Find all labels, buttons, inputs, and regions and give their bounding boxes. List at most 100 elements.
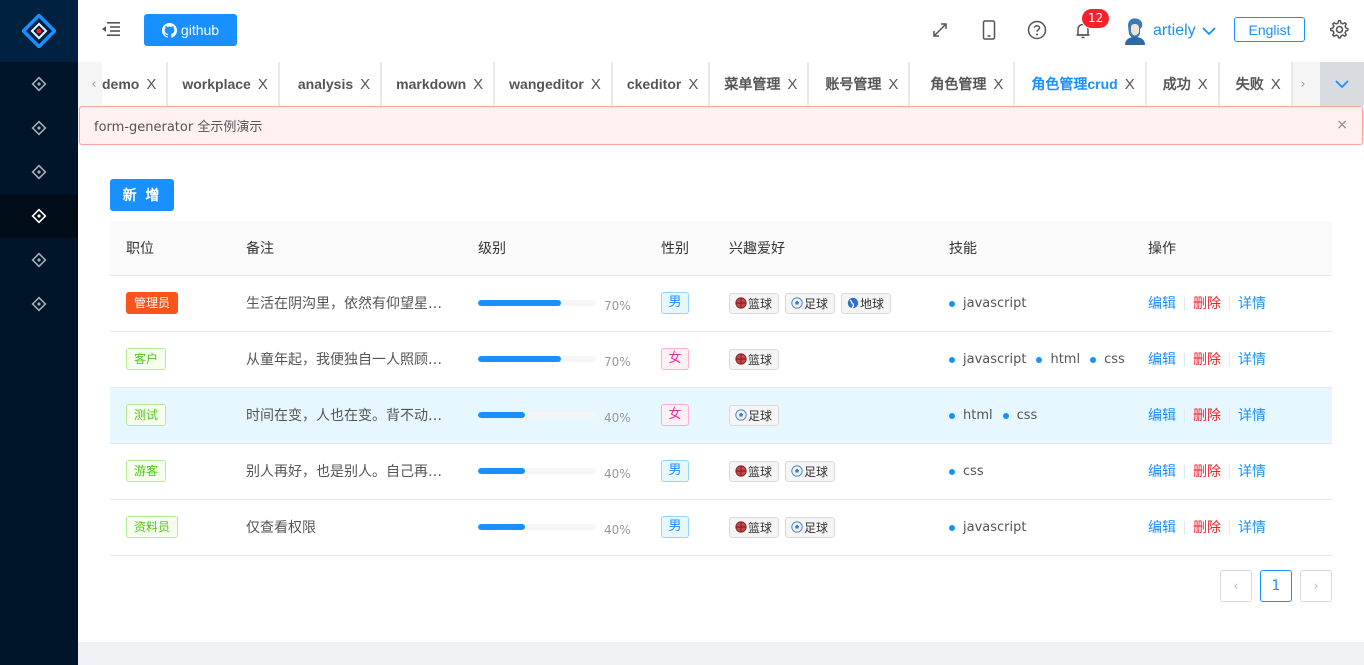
user-menu[interactable]: artiely <box>1123 16 1216 46</box>
basketball-icon <box>735 521 747 533</box>
basketball-icon <box>735 297 747 309</box>
edit-link[interactable]: 编辑 <box>1148 408 1176 424</box>
tab-11[interactable]: 成功 X <box>1146 62 1220 106</box>
soccer-ball-icon <box>735 409 747 421</box>
actions-cell: 编辑 删除 详情 <box>1132 331 1332 388</box>
table-row[interactable]: 资料员 仅查看权限 40% 男 篮球 足球 javascript 编辑 删除 详情 <box>110 499 1332 556</box>
skill-item: javascript <box>949 520 1026 535</box>
delete-link[interactable]: 删除 <box>1193 464 1221 480</box>
delete-link[interactable]: 删除 <box>1193 296 1221 312</box>
table-row[interactable]: 管理员 生活在阴沟里，依然有仰望星空的权利 70% 男 篮球 足球 地球 javascript… <box>110 275 1332 332</box>
sidebar-item-3[interactable] <box>0 150 78 194</box>
mobile-view-button[interactable] <box>977 18 1001 42</box>
progress-track <box>478 356 596 362</box>
skill-label: css <box>1104 352 1125 368</box>
hobbies-cell: 足球 <box>713 387 933 444</box>
divider <box>1229 465 1230 479</box>
pagination-prev[interactable]: ‹ <box>1220 570 1252 602</box>
skills-cell: css <box>933 443 1132 500</box>
tab-close-icon[interactable]: X <box>993 76 1003 93</box>
delete-link[interactable]: 删除 <box>1193 520 1221 536</box>
detail-link[interactable]: 详情 <box>1238 520 1266 536</box>
app-logo[interactable] <box>0 0 78 62</box>
table-row[interactable]: 游客 别人再好，也是别人。自己再不堪，也是自己 40% 男 篮球 足球 css 编辑 删除 详情 <box>110 443 1332 500</box>
delete-link[interactable]: 删除 <box>1193 408 1221 424</box>
sidebar-item-4[interactable] <box>0 194 78 238</box>
github-button[interactable]: github <box>144 14 237 46</box>
table-row[interactable]: 测试 时间在变，人也在变。背不动的就放下 40% 女 足球 html css 编辑 删除 详情 <box>110 387 1332 444</box>
role-cell: 客户 <box>110 331 230 388</box>
skill-item: css <box>1090 352 1125 367</box>
menu-fold-button[interactable] <box>100 18 122 40</box>
skill-dot <box>1090 356 1097 363</box>
tab-close-icon[interactable]: X <box>1271 76 1281 93</box>
diamond-icon <box>31 252 47 268</box>
level-progress: 40% <box>478 405 645 425</box>
alert-close-icon[interactable]: × <box>1336 117 1348 133</box>
hobby-tag: 地球 <box>841 292 892 314</box>
hobby-tag: 足球 <box>785 292 836 314</box>
detail-link[interactable]: 详情 <box>1238 408 1266 424</box>
soccer-ball-icon <box>791 521 803 533</box>
tab-1[interactable]: demo X <box>102 62 169 106</box>
tabs-more-button[interactable] <box>1320 62 1364 106</box>
gender-cell: 女 <box>645 387 713 444</box>
tab-4[interactable]: markdown X <box>382 62 496 106</box>
tab-close-icon[interactable]: X <box>146 76 156 93</box>
sidebar-item-6[interactable] <box>0 282 78 326</box>
tab-5[interactable]: wangeditor X <box>495 62 613 106</box>
detail-link[interactable]: 详情 <box>1238 296 1266 312</box>
delete-link[interactable]: 删除 <box>1193 352 1221 368</box>
skill-item: css <box>949 464 984 479</box>
column-header: 职位 <box>110 221 230 276</box>
progress-fill <box>478 468 526 474</box>
tab-8[interactable]: 账号管理 X <box>809 62 911 106</box>
react-logo-icon <box>22 14 56 48</box>
question-circle-icon <box>1027 20 1047 40</box>
sidebar-item-1[interactable] <box>0 62 78 106</box>
sidebar-item-2[interactable] <box>0 106 78 150</box>
fullscreen-button[interactable] <box>928 18 952 42</box>
progress-fill <box>478 524 526 530</box>
progress-percent: 70% <box>604 355 631 369</box>
tab-9[interactable]: 角色管理 X <box>910 62 1016 106</box>
remark-cell: 时间在变，人也在变。背不动的就放下 <box>230 387 462 444</box>
pagination-next[interactable]: › <box>1300 570 1332 602</box>
settings-button[interactable] <box>1328 18 1352 42</box>
edit-link[interactable]: 编辑 <box>1148 520 1176 536</box>
detail-link[interactable]: 详情 <box>1238 352 1266 368</box>
edit-link[interactable]: 编辑 <box>1148 296 1176 312</box>
language-button[interactable]: Englist <box>1234 17 1305 42</box>
tab-close-icon[interactable]: X <box>888 76 898 93</box>
tab-label: 菜单管理 <box>724 76 781 92</box>
tab-close-icon[interactable]: X <box>1198 76 1208 93</box>
tab-close-icon[interactable]: X <box>688 76 698 93</box>
detail-link[interactable]: 详情 <box>1238 464 1266 480</box>
gender-tag: 女 <box>661 404 689 426</box>
tab-7[interactable]: 菜单管理 X <box>710 62 810 106</box>
edit-link[interactable]: 编辑 <box>1148 352 1176 368</box>
tab-close-icon[interactable]: X <box>258 76 268 93</box>
help-button[interactable] <box>1025 18 1049 42</box>
pagination-page-1[interactable]: 1 <box>1260 570 1292 602</box>
hobby-label: 足球 <box>748 408 773 423</box>
tab-close-icon[interactable]: X <box>473 76 483 93</box>
tab-close-icon[interactable]: X <box>591 76 601 93</box>
add-button[interactable]: 新 增 <box>110 179 174 211</box>
tab-6[interactable]: ckeditor X <box>612 62 711 106</box>
tab-close-icon[interactable]: X <box>1125 76 1135 93</box>
sidebar-item-5[interactable] <box>0 238 78 282</box>
tab-2[interactable]: workplace X <box>168 62 280 106</box>
tab-3[interactable]: analysis X <box>279 62 383 106</box>
hobby-label: 篮球 <box>748 520 773 535</box>
tabs-scroll-left[interactable]: ‹ <box>86 62 102 106</box>
tab-12[interactable]: 失败 X <box>1219 62 1293 106</box>
divider <box>1184 521 1185 535</box>
tab-close-icon[interactable]: X <box>787 76 797 93</box>
hobby-label: 篮球 <box>748 352 773 367</box>
tab-10[interactable]: 角色管理crud X <box>1015 62 1147 106</box>
tabs-scroll-right[interactable]: › <box>1296 62 1310 106</box>
tab-close-icon[interactable]: X <box>360 76 370 93</box>
edit-link[interactable]: 编辑 <box>1148 464 1176 480</box>
table-row[interactable]: 客户 从童年起，我便独自一人照顾着历代的星辰 70% 女 篮球 javascript htm… <box>110 331 1332 388</box>
